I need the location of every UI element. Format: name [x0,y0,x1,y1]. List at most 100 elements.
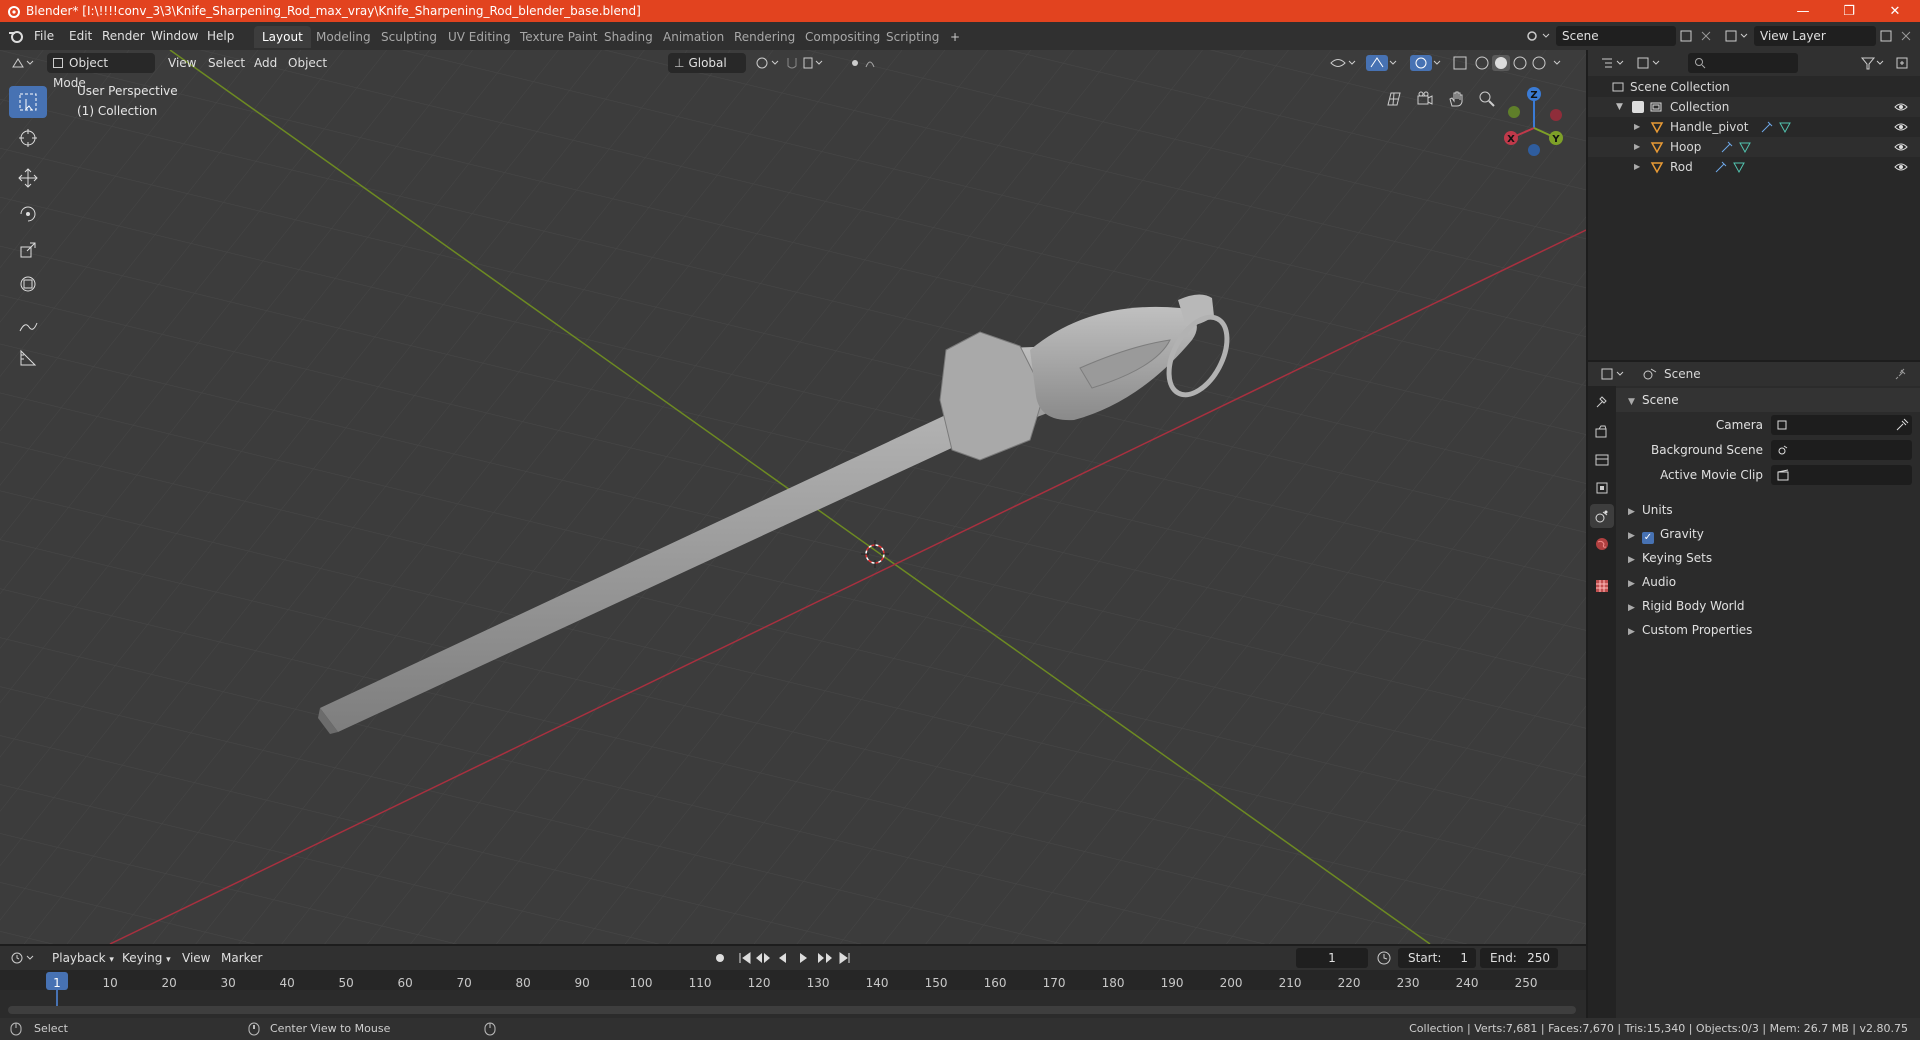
eye-icon[interactable] [1894,141,1908,153]
eyedropper-icon[interactable] [1895,418,1909,432]
tab-render[interactable] [1590,420,1614,444]
audio-panel-header[interactable]: ▶ Audio [1616,570,1920,594]
transform-tool[interactable] [9,268,47,300]
collection-checkbox[interactable] [1632,101,1644,113]
scale-tool[interactable] [9,234,47,266]
new-view-layer-icon[interactable] [1878,28,1894,44]
timeline-editor-type-icon[interactable] [10,950,36,966]
cursor-tool[interactable] [9,122,47,154]
rigid-body-world-panel-header[interactable]: ▶ Rigid Body World [1616,594,1920,618]
new-collection-icon[interactable] [1894,55,1910,71]
viewport-menu-select[interactable]: Select [208,53,245,73]
delete-view-layer-icon[interactable] [1898,28,1914,44]
editor-type-icon[interactable] [10,55,36,71]
transform-orientation-dropdown[interactable]: ⊥ Global [668,53,746,73]
eye-icon[interactable] [1894,161,1908,173]
viewport-menu-object[interactable]: Object [288,53,327,73]
expand-icon[interactable]: ▶ [1634,117,1640,137]
toggle-ortho-button[interactable] [1380,85,1408,113]
navigation-gizmo[interactable]: Z X Y [1496,86,1572,162]
menu-file[interactable]: File [34,22,54,50]
outliner-row-scene-collection[interactable]: Scene Collection [1588,77,1920,97]
eye-icon[interactable] [1894,121,1908,133]
camera-view-button[interactable] [1411,85,1439,113]
outliner-row-collection[interactable]: ▼ Collection [1588,97,1920,117]
tab-animation[interactable]: Animation [655,26,732,48]
tab-scene[interactable] [1590,504,1614,528]
current-frame-field[interactable]: 1 [1296,948,1368,968]
preview-range-icon[interactable] [1376,950,1392,966]
background-scene-field[interactable] [1771,440,1912,460]
view-layer-field[interactable]: View Layer [1754,26,1876,46]
playback-controls[interactable] [712,950,854,966]
camera-field[interactable] [1771,415,1912,435]
pin-icon[interactable] [1894,367,1908,381]
scene-panel-header[interactable]: ▼ Scene [1616,388,1920,412]
viewport-shading-controls[interactable] [1328,54,1578,72]
timeline-scrollbar[interactable] [8,1006,1576,1014]
menu-help[interactable]: Help [207,22,234,50]
outliner-row-object[interactable]: ▶ Hoop [1588,137,1920,157]
gravity-checkbox[interactable]: ✓ [1642,532,1654,544]
timeline-menu-keying[interactable]: Keying ▾ [122,948,171,968]
timeline-menu-marker[interactable]: Marker [221,948,262,968]
tab-modeling[interactable]: Modeling [308,26,379,48]
collection-expand-icon[interactable]: ▼ [1616,97,1623,117]
rotate-tool[interactable] [9,198,47,230]
properties-editor-type-icon[interactable] [1600,366,1626,382]
tab-compositing[interactable]: Compositing [797,26,888,48]
tab-view-layer[interactable] [1590,476,1614,500]
snapping-tools-icons[interactable] [754,55,884,71]
tab-texture[interactable] [1590,574,1614,598]
add-workspace-button[interactable]: + [942,26,968,48]
custom-properties-panel-header[interactable]: ▶ Custom Properties [1616,618,1920,642]
select-box-tool[interactable] [9,86,47,118]
tab-world[interactable] [1590,532,1614,556]
outliner-row-object[interactable]: ▶ Handle_pivot [1588,117,1920,137]
modifier-mesh-icons[interactable] [1720,140,1754,154]
timeline-menu-playback[interactable]: Playback ▾ [52,948,114,968]
expand-icon[interactable]: ▶ [1634,157,1640,177]
outliner-editor-type-icon[interactable] [1600,55,1626,71]
delete-scene-icon[interactable] [1698,28,1714,44]
modifier-mesh-icons[interactable] [1760,120,1794,134]
viewport-menu-add[interactable]: Add [254,53,277,73]
tab-sculpting[interactable]: Sculpting [373,26,445,48]
annotate-tool[interactable] [9,310,47,342]
keying-sets-panel-header[interactable]: ▶ Keying Sets [1616,546,1920,570]
close-button[interactable]: ✕ [1872,0,1918,22]
start-frame-field[interactable]: Start: 1 [1398,948,1476,968]
tab-scripting[interactable]: Scripting [878,26,947,48]
active-movie-clip-field[interactable] [1771,465,1912,485]
pan-view-button[interactable] [1442,85,1470,113]
view-layer-selector-icon[interactable] [1724,28,1750,44]
eye-icon[interactable] [1894,101,1908,113]
outliner-row-object[interactable]: ▶ Rod [1588,157,1920,177]
tab-shading[interactable]: Shading [596,26,661,48]
timeline[interactable]: Playback ▾ Keying ▾ View Marker 1 Start:… [0,946,1586,1018]
tab-tool[interactable] [1590,390,1614,414]
new-scene-icon[interactable] [1678,28,1694,44]
units-panel-header[interactable]: ▶ Units [1616,498,1920,522]
tab-output[interactable] [1590,448,1614,472]
maximize-button[interactable]: ❐ [1826,0,1872,22]
measure-tool[interactable] [9,342,47,374]
3d-viewport[interactable]: Object Mode View Select Add Object ⊥ Glob… [0,50,1586,944]
scene-selector-icon[interactable] [1526,28,1552,44]
viewport-menu-view[interactable]: View [168,53,196,73]
menu-window[interactable]: Window [151,22,198,50]
end-frame-field[interactable]: End: 250 [1480,948,1558,968]
filter-icon[interactable] [1860,55,1886,71]
timeline-menu-view[interactable]: View [182,948,210,968]
modifier-mesh-icons[interactable] [1714,160,1748,174]
blender-menu-icon[interactable] [8,29,24,43]
tab-layout[interactable]: Layout [254,26,311,48]
tab-texture-paint[interactable]: Texture Paint [512,26,605,48]
outliner-search-field[interactable] [1688,53,1798,73]
tab-rendering[interactable]: Rendering [726,26,803,48]
expand-icon[interactable]: ▶ [1634,137,1640,157]
scene-name-field[interactable]: Scene [1556,26,1676,46]
object-mode-dropdown[interactable]: Object Mode [47,53,155,90]
gravity-panel-header[interactable]: ▶ ✓ Gravity [1616,522,1920,546]
menu-render[interactable]: Render [102,22,145,50]
